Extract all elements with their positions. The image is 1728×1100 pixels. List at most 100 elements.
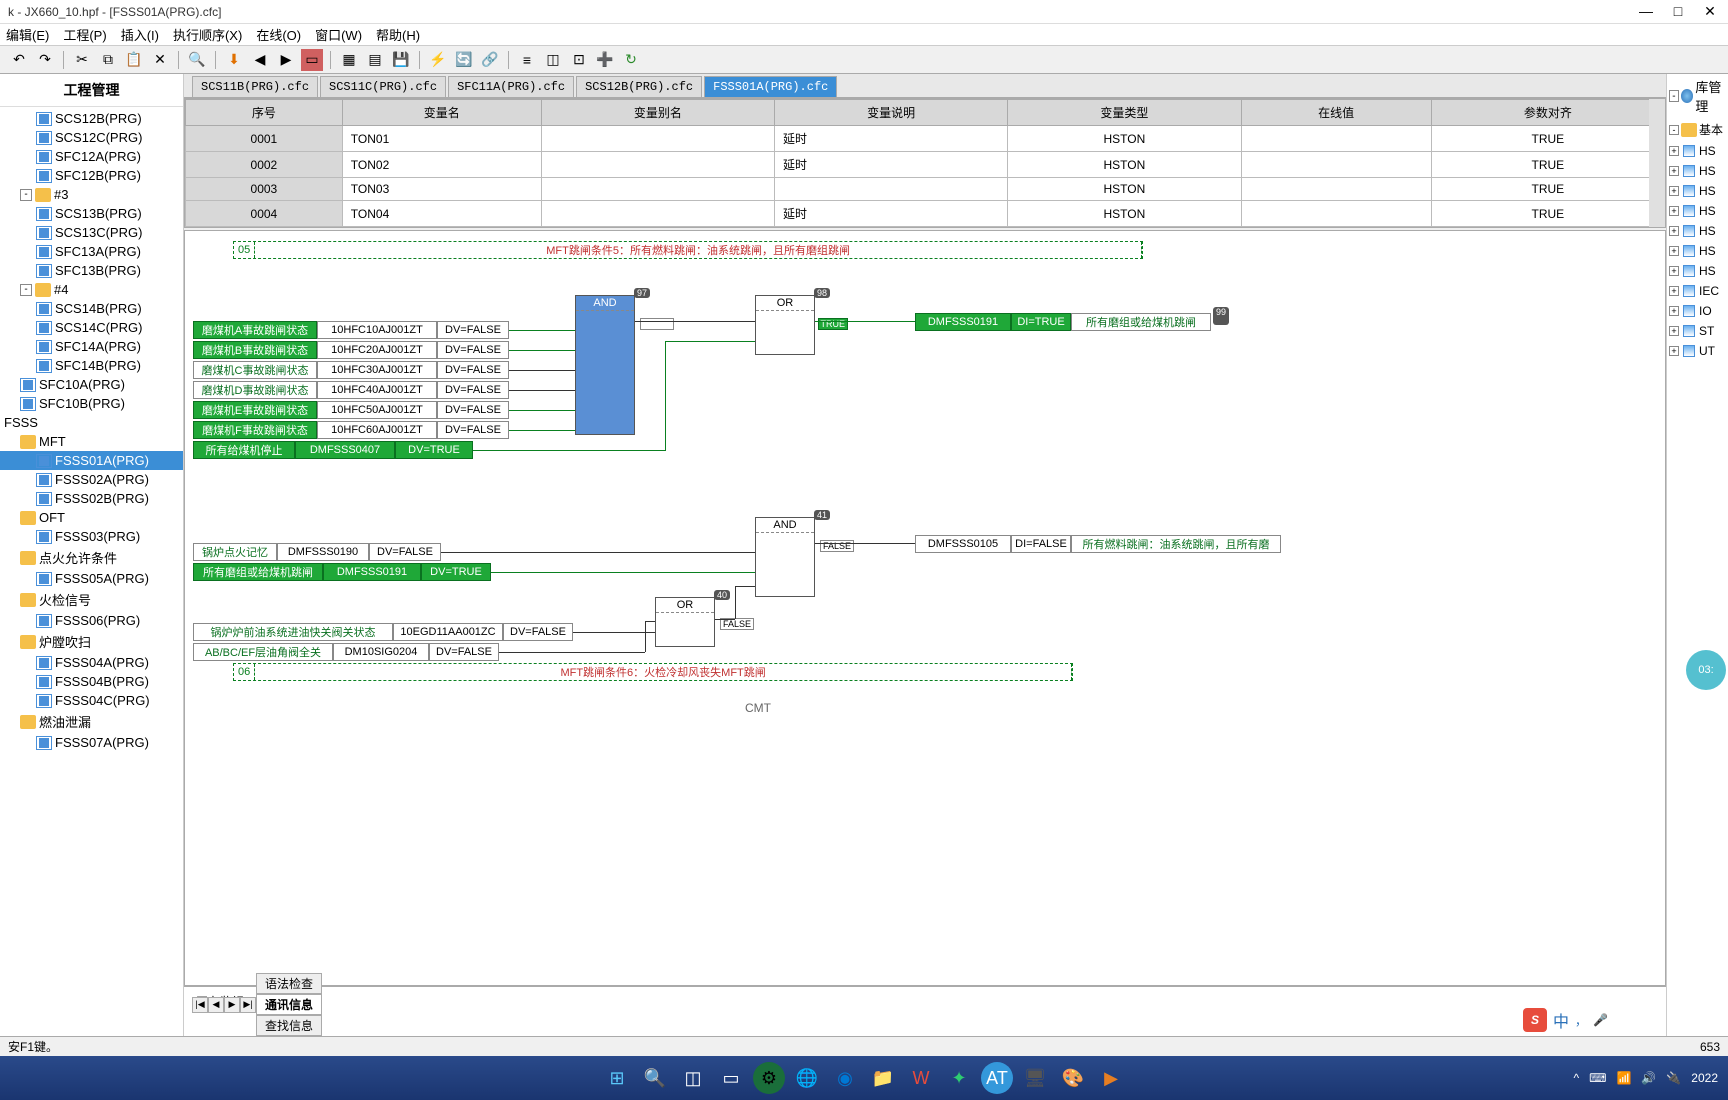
table-header[interactable]: 变量说明	[775, 100, 1008, 126]
tool-save[interactable]: 💾	[390, 49, 412, 71]
tray-power-icon[interactable]: 🔌	[1666, 1071, 1681, 1085]
tree-toggle[interactable]: +	[1669, 206, 1679, 216]
menu-item[interactable]: 窗口(W)	[315, 25, 362, 44]
message-tab[interactable]: 查找信息	[256, 1015, 322, 1036]
tree-node[interactable]: FSSS03(PRG)	[0, 527, 183, 546]
signal-boiler-ignition-mem[interactable]: 锅炉点火记忆 DMFSSS0190 DV=FALSE	[193, 543, 441, 561]
signal-row[interactable]: 磨煤机F事故跳闸状态10HFC60AJ001ZTDV=FALSE	[193, 421, 509, 439]
table-row[interactable]: 0004TON04延时HSTONTRUE	[186, 201, 1665, 227]
tree-node[interactable]: SFC12B(PRG)	[0, 166, 183, 185]
tool-grid[interactable]: ▦	[338, 49, 360, 71]
tree-toggle[interactable]: -	[1669, 125, 1679, 135]
signal-row[interactable]: 磨煤机C事故跳闸状态10HFC30AJ001ZTDV=FALSE	[193, 361, 509, 379]
paste-button[interactable]: 📋	[123, 49, 145, 71]
tree-node[interactable]: FSSS01A(PRG)	[0, 451, 183, 470]
signal-row[interactable]: 磨煤机D事故跳闸状态10HFC40AJ001ZTDV=FALSE	[193, 381, 509, 399]
tool-plus[interactable]: ➕	[594, 49, 616, 71]
tree-node[interactable]: FSSS04B(PRG)	[0, 672, 183, 691]
or-block-2[interactable]: OR 40 FALSE	[655, 597, 715, 647]
signal-oil-quick-close[interactable]: 锅炉炉前油系统进油快关阀关状态 10EGD11AA001ZC DV=FALSE	[193, 623, 573, 641]
tray-lang-icon[interactable]: ⌨	[1589, 1071, 1606, 1085]
menu-item[interactable]: 帮助(H)	[376, 25, 420, 44]
menu-item[interactable]: 插入(I)	[121, 25, 159, 44]
library-item[interactable]: +HS	[1667, 161, 1728, 181]
menu-item[interactable]: 在线(O)	[256, 25, 301, 44]
signal-row[interactable]: 磨煤机E事故跳闸状态10HFC50AJ001ZTDV=FALSE	[193, 401, 509, 419]
message-tab[interactable]: 通讯信息	[256, 994, 322, 1015]
tree-node[interactable]: SFC13B(PRG)	[0, 261, 183, 280]
minimize-button[interactable]: —	[1636, 3, 1656, 20]
tree-toggle[interactable]: +	[1669, 146, 1679, 156]
editor-tab[interactable]: SCS11B(PRG).cfc	[192, 76, 318, 97]
msg-tab-prev[interactable]: ◀	[208, 997, 224, 1013]
ime-indicator[interactable]: S 中 ， 🎤	[1523, 1008, 1608, 1032]
tree-node[interactable]: SFC10A(PRG)	[0, 375, 183, 394]
library-item[interactable]: +HS	[1667, 261, 1728, 281]
delete-button[interactable]: ✕	[149, 49, 171, 71]
library-item[interactable]: +IO	[1667, 301, 1728, 321]
tree-toggle[interactable]: +	[1669, 326, 1679, 336]
tray-up-icon[interactable]: ^	[1573, 1071, 1579, 1085]
or-block-1[interactable]: OR 98 TRUE	[755, 295, 815, 355]
diagram-area[interactable]: 05 MFT跳闸条件5：所有燃料跳闸：油系统跳闸，且所有磨组跳闸 磨煤机A事故跳…	[184, 230, 1666, 986]
tree-node[interactable]: FSSS02A(PRG)	[0, 470, 183, 489]
search-icon[interactable]: 🔍	[639, 1062, 671, 1094]
tree-toggle[interactable]: +	[1669, 226, 1679, 236]
redo-button[interactable]: ↷	[34, 49, 56, 71]
msg-tab-last[interactable]: ▶|	[240, 997, 256, 1013]
library-item[interactable]: +UT	[1667, 341, 1728, 361]
tree-node[interactable]: OFT	[0, 508, 183, 527]
tree-node[interactable]: MFT	[0, 432, 183, 451]
signal-row[interactable]: 磨煤机B事故跳闸状态10HFC20AJ001ZTDV=FALSE	[193, 341, 509, 359]
editor-tab[interactable]: FSSS01A(PRG).cfc	[704, 76, 837, 97]
table-row[interactable]: 0003TON03HSTONTRUE	[186, 178, 1665, 201]
editor-tab[interactable]: SCS12B(PRG).cfc	[576, 76, 702, 97]
widgets-icon[interactable]: ▭	[715, 1062, 747, 1094]
tree-node[interactable]: -#3	[0, 185, 183, 204]
editor-tab[interactable]: SFC11A(PRG).cfc	[448, 76, 574, 97]
tree-toggle[interactable]: +	[1669, 266, 1679, 276]
tree-toggle[interactable]: -	[20, 284, 32, 296]
cut-button[interactable]: ✂	[71, 49, 93, 71]
editor-tab[interactable]: SCS11C(PRG).cfc	[320, 76, 446, 97]
table-header[interactable]: 在线值	[1241, 100, 1431, 126]
library-item[interactable]: +HS	[1667, 221, 1728, 241]
tree-node[interactable]: FSSS06(PRG)	[0, 611, 183, 630]
tree-node[interactable]: FSSS07A(PRG)	[0, 733, 183, 752]
tree-node[interactable]: SCS12C(PRG)	[0, 128, 183, 147]
copy-button[interactable]: ⧉	[97, 49, 119, 71]
library-item[interactable]: +ST	[1667, 321, 1728, 341]
variable-table-scrollbar[interactable]	[1649, 99, 1665, 227]
tree-node[interactable]: SCS13B(PRG)	[0, 204, 183, 223]
signal-row[interactable]: 磨煤机A事故跳闸状态10HFC10AJ001ZTDV=FALSE	[193, 321, 509, 339]
msg-tab-first[interactable]: |◀	[192, 997, 208, 1013]
tree-node[interactable]: 炉膛吹扫	[0, 630, 183, 653]
table-header[interactable]: 参数对齐	[1431, 100, 1664, 126]
tray-clock[interactable]: 2022	[1691, 1071, 1718, 1085]
table-header[interactable]: 变量名	[342, 100, 541, 126]
tray-wifi-icon[interactable]: 📶	[1616, 1071, 1631, 1085]
menu-item[interactable]: 工程(P)	[63, 25, 106, 44]
taskbar-tray[interactable]: ^ ⌨ 📶 🔊 🔌 2022	[1573, 1071, 1718, 1085]
tree-toggle[interactable]: +	[1669, 246, 1679, 256]
app-icon-1[interactable]: ⚙	[753, 1062, 785, 1094]
tree-node[interactable]: FSSS	[0, 413, 183, 432]
library-item[interactable]: +IEC	[1667, 281, 1728, 301]
tool-bars[interactable]: ≡	[516, 49, 538, 71]
tray-volume-icon[interactable]: 🔊	[1641, 1071, 1656, 1085]
app-icon-4[interactable]: 🖥	[1019, 1062, 1051, 1094]
tool-link[interactable]: 🔗	[479, 49, 501, 71]
undo-button[interactable]: ↶	[8, 49, 30, 71]
table-header[interactable]: 变量类型	[1008, 100, 1241, 126]
tree-node[interactable]: 火检信号	[0, 588, 183, 611]
library-item[interactable]: -基本	[1667, 118, 1728, 141]
tree-node[interactable]: SFC12A(PRG)	[0, 147, 183, 166]
taskview-icon[interactable]: ◫	[677, 1062, 709, 1094]
tool-table[interactable]: ▤	[364, 49, 386, 71]
tree-node[interactable]: FSSS05A(PRG)	[0, 569, 183, 588]
table-row[interactable]: 0001TON01延时HSTONTRUE	[186, 126, 1665, 152]
signal-all-feeders-stop[interactable]: 所有给煤机停止 DMFSSS0407 DV=TRUE	[193, 441, 473, 459]
tool-online[interactable]: ⚡	[427, 49, 449, 71]
tree-node[interactable]: -#4	[0, 280, 183, 299]
signal-oil-corner-valves[interactable]: AB/BC/EF层油角阀全关 DM10SIG0204 DV=FALSE	[193, 643, 499, 661]
